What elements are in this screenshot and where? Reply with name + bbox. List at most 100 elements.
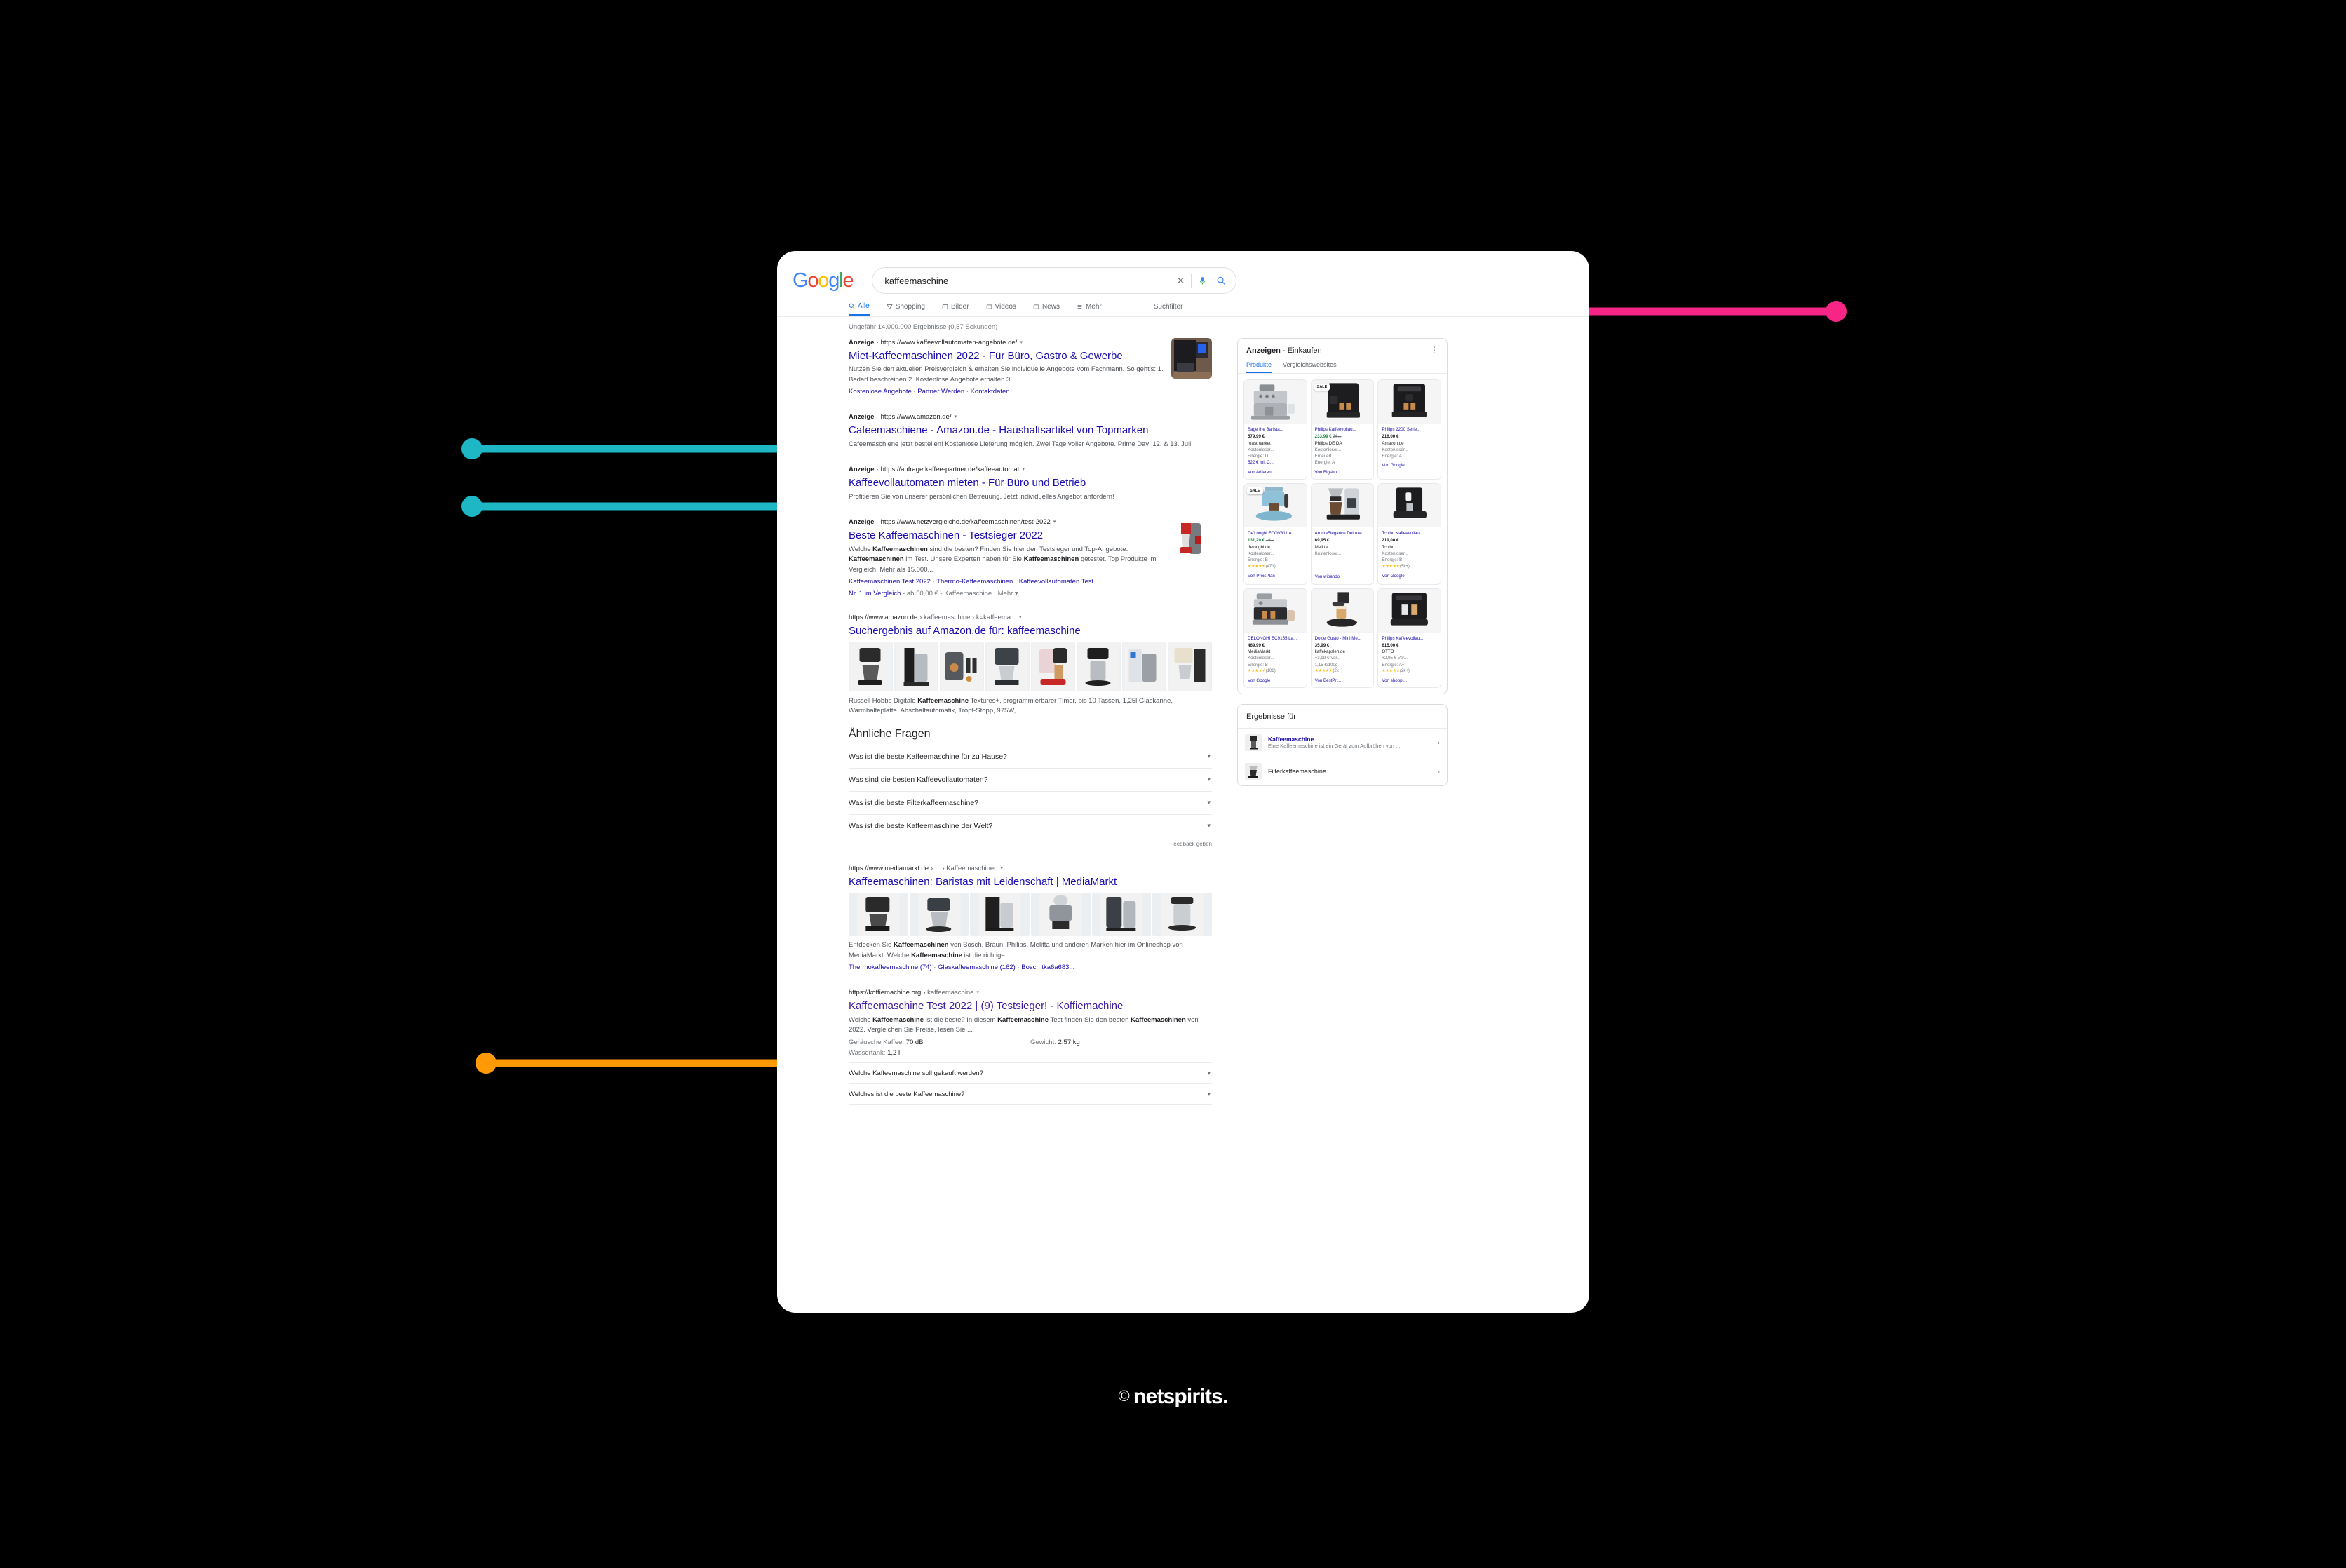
product-image[interactable] — [1077, 642, 1121, 691]
chevron-down-icon[interactable]: ▾ — [1000, 865, 1003, 872]
product-image[interactable] — [1122, 642, 1166, 691]
ad-extra-line[interactable]: Nr. 1 im Vergleich - ab 50,00 € - Kaffee… — [849, 589, 1164, 600]
product-card[interactable]: Philips 2200 Serie... 216,00 € Amazon.de… — [1377, 379, 1441, 480]
kebab-menu-icon[interactable]: ⋮ — [1430, 346, 1438, 354]
product-name[interactable]: De'Longhi ECOV311.A... — [1248, 530, 1303, 536]
product-name[interactable]: Sage the Barista... — [1248, 426, 1303, 433]
product-card[interactable]: AromaElegance DeLuxe... 69,95 € Melitta … — [1310, 483, 1375, 585]
result-faq-item[interactable]: Welche Kaffeemaschine soll gekauft werde… — [849, 1062, 1212, 1083]
product-source[interactable]: Von Adferen... — [1248, 469, 1303, 475]
organic-result[interactable]: https://koffiemachine.org › kaffeemaschi… — [849, 988, 1212, 1106]
entity-title[interactable]: Kaffeemaschine — [1268, 736, 1431, 743]
sitelink[interactable]: Thermokaffeemaschine (74) — [849, 964, 932, 971]
product-source[interactable]: Von PreisPlan — [1248, 573, 1303, 579]
chevron-right-icon[interactable]: › — [1438, 768, 1440, 776]
ad-title[interactable]: Miet-Kaffeemaschinen 2022 - Für Büro, Ga… — [849, 349, 1164, 363]
search-filters-button[interactable]: Suchfilter — [1154, 303, 1183, 311]
product-name[interactable]: Tchibo Kaffeevollau... — [1382, 530, 1437, 536]
product-image[interactable] — [1152, 893, 1213, 937]
chevron-down-icon[interactable]: ▾ — [1207, 822, 1211, 830]
product-image[interactable] — [894, 642, 938, 691]
sitelink[interactable]: Kontaktdaten — [971, 388, 1010, 396]
product-name[interactable]: DELONGHI EC9155 La... — [1248, 635, 1303, 642]
product-source[interactable]: Von Bigsho... — [1315, 469, 1370, 475]
sitelink[interactable]: Kaffeemaschinen Test 2022 — [849, 578, 931, 586]
product-name[interactable]: Philips Kaffeevollau... — [1315, 426, 1370, 433]
search-icon[interactable] — [1213, 276, 1226, 285]
result-sitelinks[interactable]: Thermokaffeemaschine (74) · Glaskaffeema… — [849, 963, 1212, 973]
product-card[interactable]: Dolce Gusto - Mini Me... 35,99 € kaffeka… — [1310, 588, 1375, 689]
paa-feedback-link[interactable]: Feedback geben — [849, 837, 1212, 847]
product-card[interactable]: SALE De'Longhi ECOV311.A... 131,20 € 16.… — [1243, 483, 1307, 585]
chevron-down-icon[interactable]: ▾ — [1207, 752, 1211, 760]
chevron-down-icon[interactable]: ▾ — [954, 414, 957, 421]
chevron-down-icon[interactable]: ▾ — [1022, 466, 1025, 473]
sitelink[interactable]: Glaskaffeemaschine (162) — [938, 964, 1016, 971]
chevron-down-icon[interactable]: ▾ — [1207, 799, 1211, 806]
product-card[interactable]: Sage the Barista... 579,99 € roastmarket… — [1243, 379, 1307, 480]
ad-result[interactable]: Anzeige · https://anfrage.kaffee-partner… — [849, 465, 1212, 502]
paa-question[interactable]: Was ist die beste Kaffeemaschine für zu … — [849, 744, 1212, 768]
result-image-strip[interactable] — [849, 893, 1213, 937]
product-image[interactable] — [849, 642, 893, 691]
result-title[interactable]: Suchergebnis auf Amazon.de für: kaffeema… — [849, 624, 1212, 638]
tab-mehr[interactable]: Mehr — [1077, 297, 1102, 316]
ad-result[interactable]: Anzeige · https://www.netzvergleiche.de/… — [849, 518, 1212, 599]
chevron-down-icon[interactable]: ▾ — [977, 989, 980, 996]
product-image[interactable] — [1031, 893, 1091, 937]
tab-produkte[interactable]: Produkte — [1246, 358, 1272, 373]
product-source[interactable]: Von wipando — [1315, 574, 1370, 580]
tab-bilder[interactable]: Bilder — [942, 297, 969, 316]
ad-title[interactable]: Kaffeevollautomaten mieten - Für Büro un… — [849, 476, 1212, 490]
paa-question[interactable]: Was ist die beste Kaffeemaschine der Wel… — [849, 813, 1212, 837]
result-faq-item[interactable]: Welches ist die beste Kaffeemaschine? ▾ — [849, 1083, 1212, 1106]
microphone-icon[interactable] — [1192, 276, 1213, 286]
result-image-strip[interactable] — [849, 642, 1212, 691]
ad-sitelinks[interactable]: Kaffeemaschinen Test 2022 · Thermo-Kaffe… — [849, 577, 1164, 588]
product-card[interactable]: Philips Kaffeevollau... 615,00 € OTTO +2… — [1377, 588, 1441, 689]
product-image[interactable] — [849, 893, 908, 937]
sitelink[interactable]: Bosch tka6a683... — [1021, 964, 1074, 971]
chevron-right-icon[interactable]: › — [1438, 739, 1440, 747]
product-image[interactable] — [970, 893, 1030, 937]
product-name[interactable]: AromaElegance DeLuxe... — [1315, 530, 1370, 536]
product-source[interactable]: Von Google — [1382, 462, 1437, 468]
ad-result[interactable]: Anzeige · https://www.kaffeevollautomate… — [849, 338, 1212, 397]
organic-result[interactable]: https://www.mediamarkt.de › ... › Kaffee… — [849, 864, 1213, 973]
tab-alle[interactable]: Alle — [849, 297, 870, 316]
product-card[interactable]: Tchibo Kaffeevollau... 219,00 € Tchibo K… — [1377, 483, 1441, 585]
tab-videos[interactable]: Videos — [986, 297, 1016, 316]
product-name[interactable]: Philips 2200 Serie... — [1382, 426, 1437, 433]
product-image[interactable] — [985, 642, 1030, 691]
results-for-item[interactable]: Kaffeemaschine Eine Kaffeemaschine ist e… — [1238, 728, 1447, 757]
entity-title[interactable]: Filterkaffeemaschine — [1268, 768, 1431, 775]
product-card[interactable]: DELONGHI EC9155 La... 469,99 € MediaMark… — [1243, 588, 1307, 689]
search-input[interactable] — [884, 275, 1171, 286]
paa-question[interactable]: Was sind die besten Kaffeevollautomaten?… — [849, 767, 1212, 791]
chevron-down-icon[interactable]: ▾ — [1207, 1090, 1211, 1098]
google-logo[interactable]: Google — [793, 270, 854, 291]
paa-question[interactable]: Was ist die beste Filterkaffeemaschine? … — [849, 790, 1212, 814]
product-image[interactable] — [1031, 642, 1075, 691]
product-image[interactable] — [940, 642, 984, 691]
search-box[interactable]: ✕ — [872, 267, 1237, 294]
results-for-item[interactable]: Filterkaffeemaschine › — [1238, 757, 1447, 785]
sitelink[interactable]: Thermo-Kaffeemaschinen — [936, 578, 1013, 586]
product-name[interactable]: Dolce Gusto - Mini Me... — [1315, 635, 1370, 642]
product-source[interactable]: Von Google — [1248, 677, 1303, 684]
chevron-down-icon[interactable]: ▾ — [1207, 1069, 1211, 1077]
ad-result[interactable]: Anzeige · https://www.amazon.de/ ▾ Cafee… — [849, 412, 1212, 450]
product-source[interactable]: Von shoppi... — [1382, 677, 1437, 684]
product-source[interactable]: Von Google — [1382, 573, 1437, 579]
organic-result[interactable]: https://www.amazon.de › kaffeemaschine ›… — [849, 613, 1212, 717]
tab-news[interactable]: News — [1033, 297, 1060, 316]
chevron-down-icon[interactable]: ▾ — [1020, 339, 1023, 346]
product-name[interactable]: Philips Kaffeevollau... — [1382, 635, 1437, 642]
product-image[interactable] — [1091, 893, 1152, 937]
ad-title[interactable]: Cafeemaschiene - Amazon.de - Haushaltsar… — [849, 424, 1212, 438]
chevron-down-icon[interactable]: ▾ — [1053, 519, 1056, 526]
ad-extra-link[interactable]: Nr. 1 im Vergleich — [849, 590, 901, 597]
sitelink[interactable]: Kostenlose Angebote — [849, 388, 912, 396]
chevron-down-icon[interactable]: ▾ — [1207, 776, 1211, 783]
clear-icon[interactable]: ✕ — [1171, 276, 1192, 285]
